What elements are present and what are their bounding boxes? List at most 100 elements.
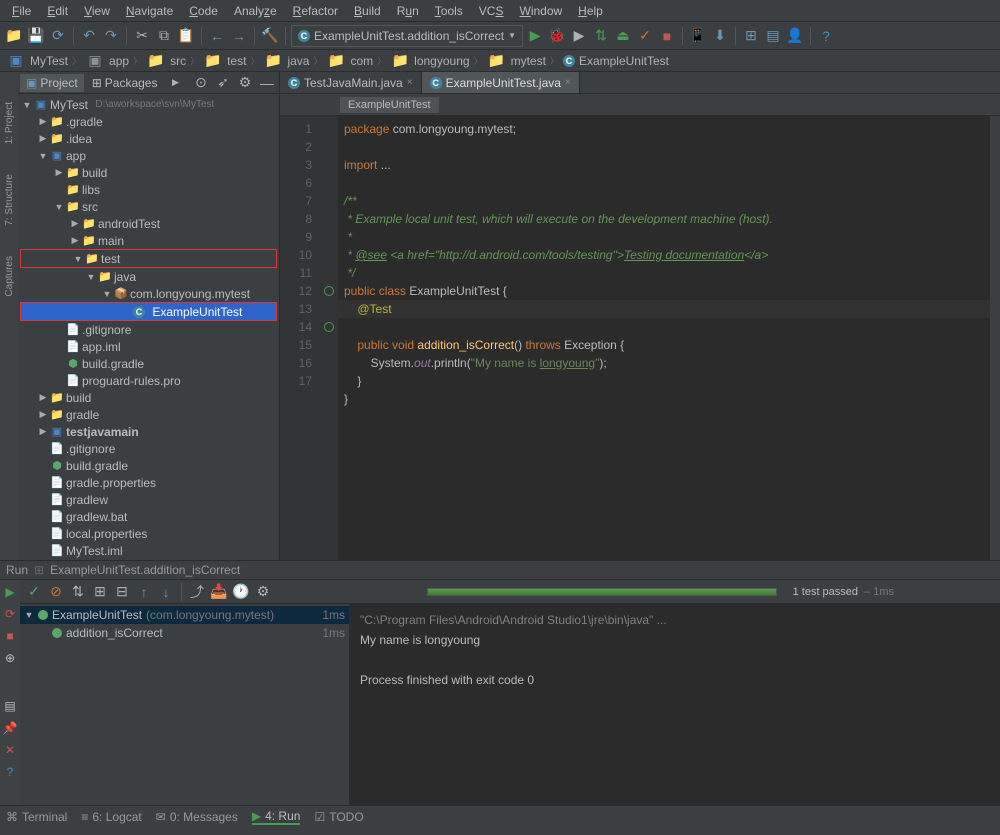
hide-icon[interactable]: — [257, 73, 277, 93]
paste-icon[interactable]: 📋 [176, 26, 196, 46]
crumb-longyoung[interactable]: longyoung [414, 54, 469, 68]
open-icon[interactable]: 📁 [4, 26, 24, 46]
tree-item[interactable]: main [98, 234, 124, 248]
tree-item[interactable]: app [66, 149, 86, 163]
copy-icon[interactable]: ⧉ [154, 26, 174, 46]
tree-item[interactable]: .gradle [66, 115, 103, 129]
tree-item[interactable]: app.iml [82, 340, 121, 354]
test-node[interactable]: ▼ ExampleUnitTest(com.longyoung.mytest) … [20, 606, 349, 624]
crumb-app[interactable]: app [109, 54, 129, 68]
menu-help[interactable]: Help [572, 3, 609, 19]
settings-icon[interactable]: ⚙ [253, 582, 273, 602]
menu-build[interactable]: Build [348, 3, 387, 19]
side-tab-captures[interactable]: Captures [4, 256, 15, 297]
tree-item[interactable]: test [101, 252, 120, 266]
coverage-icon[interactable]: ▶ [569, 26, 589, 46]
tree-item[interactable]: src [82, 200, 98, 214]
crumb-src[interactable]: src [170, 54, 186, 68]
code-content[interactable]: package com.longyoung.mytest; import ...… [338, 116, 990, 560]
tree-item[interactable]: .gitignore [82, 323, 131, 337]
structure-icon[interactable]: ⊞ [741, 26, 761, 46]
console-output[interactable]: "C:\Program Files\Android\Android Studio… [350, 604, 1000, 805]
menu-refactor[interactable]: Refactor [287, 3, 344, 19]
undo-icon[interactable]: ↶ [79, 26, 99, 46]
attach-debugger-icon[interactable]: ✓ [635, 26, 655, 46]
back-icon[interactable]: ← [207, 26, 227, 46]
side-tab-structure[interactable]: 7: Structure [4, 174, 15, 226]
menu-window[interactable]: Window [513, 3, 568, 19]
tree-item[interactable]: .gitignore [66, 442, 115, 456]
tree-item[interactable]: gradlew.bat [66, 510, 127, 524]
dump-icon[interactable]: ⊕ [2, 650, 18, 666]
crumb-class[interactable]: ExampleUnitTest [579, 54, 669, 68]
bottom-tab-run[interactable]: ▶4: Run [252, 809, 301, 825]
tree-item[interactable]: gradle [66, 408, 99, 422]
close-icon[interactable]: × [407, 77, 413, 88]
menu-navigate[interactable]: Navigate [120, 3, 179, 19]
next-icon[interactable]: ↓ [156, 582, 176, 602]
close-icon[interactable]: × [565, 77, 571, 88]
rerun-icon[interactable]: ▶ [2, 584, 18, 600]
tree-item[interactable]: local.properties [66, 527, 147, 541]
menu-code[interactable]: Code [183, 3, 224, 19]
tree-item[interactable]: gradle.properties [66, 476, 156, 490]
android-icon[interactable]: 👤 [785, 26, 805, 46]
layout-icon[interactable]: ▤ [763, 26, 783, 46]
tree-item[interactable]: .idea [66, 132, 92, 146]
tree-item[interactable]: java [114, 270, 136, 284]
code-editor[interactable]: 12367891011121314151617 package com.long… [280, 116, 1000, 560]
tree-item[interactable]: testjavamain [66, 425, 139, 439]
packages-view-tab[interactable]: ⊞Packages [86, 74, 164, 92]
editor-tab[interactable]: CTestJavaMain.java× [280, 72, 422, 93]
toggle-icon[interactable]: ⟳ [2, 606, 18, 622]
layout-icon[interactable]: ▤ [2, 698, 18, 714]
expand-icon[interactable]: ⊞ [90, 582, 110, 602]
menu-analyze[interactable]: Analyze [228, 3, 283, 19]
breadcrumb-class[interactable]: ExampleUnitTest [340, 97, 439, 113]
run-config-selector[interactable]: C ExampleUnitTest.addition_isCorrect ▼ [291, 25, 523, 47]
menu-view[interactable]: View [78, 3, 116, 19]
dropdown-icon[interactable]: ▶ [165, 73, 185, 93]
save-icon[interactable]: 💾 [26, 26, 46, 46]
tree-item[interactable]: proguard-rules.pro [82, 374, 181, 388]
error-stripe[interactable] [990, 116, 1000, 560]
show-ignored-icon[interactable]: ⊘ [46, 582, 66, 602]
project-tree[interactable]: ▼▣MyTest D:\aworkspace\svn\MyTest ▶📁.gra… [18, 94, 279, 560]
close-icon[interactable]: ✕ [2, 742, 18, 758]
side-tab-project[interactable]: 1: Project [4, 102, 15, 144]
tree-item[interactable]: build [82, 166, 107, 180]
debug-icon[interactable]: 🐞 [547, 26, 567, 46]
bottom-tab-terminal[interactable]: ⌘Terminal [6, 810, 67, 824]
run-gutter-icon[interactable] [320, 282, 338, 300]
tree-item[interactable]: build.gradle [66, 459, 128, 473]
test-method[interactable]: addition_isCorrect 1ms [20, 624, 349, 642]
menu-file[interactable]: File [6, 3, 37, 19]
help-icon[interactable]: ? [816, 26, 836, 46]
bottom-tab-todo[interactable]: ☑TODO [314, 810, 363, 824]
menu-tools[interactable]: Tools [429, 3, 469, 19]
collapse-icon[interactable]: ⊟ [112, 582, 132, 602]
bottom-tab-messages[interactable]: ✉0: Messages [156, 810, 238, 824]
export-icon[interactable]: ⤴ [187, 582, 207, 602]
cut-icon[interactable]: ✂ [132, 26, 152, 46]
settings-icon[interactable]: ⚙ [235, 73, 255, 93]
run-gutter-icon[interactable] [320, 318, 338, 336]
show-passed-icon[interactable]: ✓ [24, 582, 44, 602]
tree-item[interactable]: libs [82, 183, 100, 197]
attach-icon[interactable]: ⏏ [613, 26, 633, 46]
history-icon[interactable]: 🕐 [231, 582, 251, 602]
editor-tab-active[interactable]: CExampleUnitTest.java× [422, 72, 580, 93]
run-icon[interactable]: ▶ [525, 26, 545, 46]
tree-item[interactable]: com.longyoung.mytest [130, 287, 250, 301]
menu-vcs[interactable]: VCS [473, 3, 510, 19]
menu-run[interactable]: Run [391, 3, 425, 19]
avd-icon[interactable]: 📱 [688, 26, 708, 46]
bottom-tab-logcat[interactable]: ≡6: Logcat [81, 810, 141, 824]
prev-icon[interactable]: ↑ [134, 582, 154, 602]
forward-icon[interactable]: → [229, 26, 249, 46]
import-icon[interactable]: 📥 [209, 582, 229, 602]
test-results-tree[interactable]: ▼ ExampleUnitTest(com.longyoung.mytest) … [20, 604, 350, 805]
crumb-test[interactable]: test [227, 54, 246, 68]
tree-item[interactable]: gradlew [66, 493, 108, 507]
pin-icon[interactable]: 📌 [2, 720, 18, 736]
